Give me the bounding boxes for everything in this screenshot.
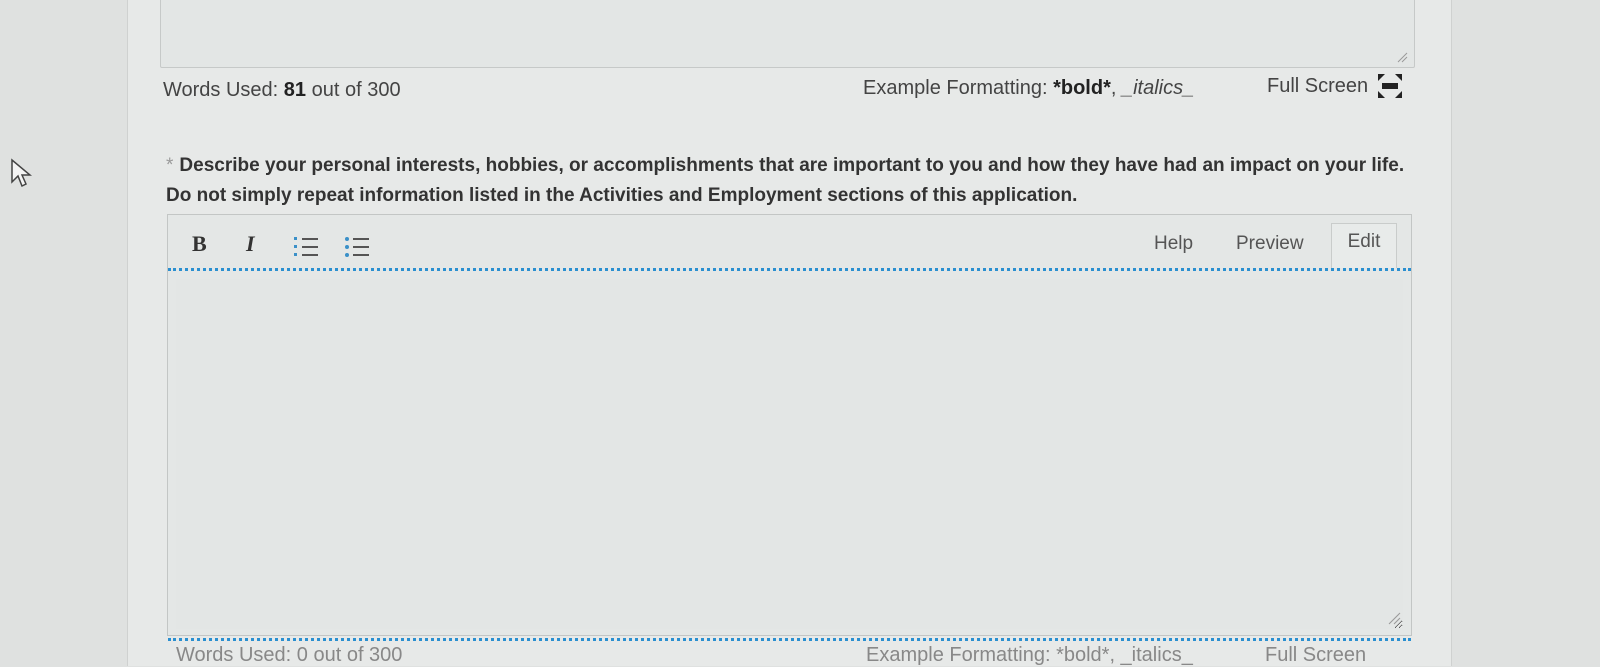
fullscreen-label: Full Screen [1267,74,1369,97]
essay-textarea[interactable] [176,279,1403,629]
next-example-formatting: Example Formatting: *bold*, _italics_ [866,644,1193,666]
example-separator: , [1110,77,1122,99]
bold-button[interactable]: B [192,231,207,257]
example-formatting: Example Formatting: *bold*, _italics_ [863,77,1194,100]
word-count-prefix: Words Used: [163,79,279,101]
essay-editor: B I Help Preview Edit [167,214,1412,641]
bold-example: *bold* [1053,77,1111,99]
required-marker: * [166,155,174,176]
next-fullscreen-button[interactable]: Full Screen [1265,644,1366,667]
next-word-count: Words Used: 0 out of 300 [176,644,403,666]
edit-tab[interactable]: Edit [1331,223,1397,268]
previous-textarea[interactable] [160,0,1415,68]
italic-example: _italics_ [1121,77,1195,99]
editor-toolbar: B I Help Preview Edit [168,215,1411,273]
italic-button[interactable]: I [246,231,255,257]
toolbar-divider [168,268,1411,271]
essay-question: * Describe your personal interests, hobbi… [166,151,1411,211]
question-text: Describe your personal interests, hobbie… [166,155,1405,206]
word-count-used: 81 [283,79,307,101]
fullscreen-icon [1378,74,1403,98]
example-formatting-label: Example Formatting: [863,77,1048,99]
preview-tab[interactable]: Preview [1236,233,1304,255]
mouse-cursor-icon [11,158,32,188]
ordered-list-icon [294,237,318,256]
resize-grip-icon[interactable] [1396,51,1408,63]
unordered-list-button[interactable] [345,235,371,265]
resize-grip-icon[interactable] [1387,611,1401,625]
unordered-list-icon [345,237,369,257]
editor-bottom-divider [168,638,1411,641]
help-tab[interactable]: Help [1154,233,1193,255]
word-count: Words Used: 81 out of 300 [163,79,401,102]
ordered-list-button[interactable] [294,235,320,265]
word-count-suffix: out of 300 [311,79,401,101]
fullscreen-button[interactable]: Full Screen [1267,72,1404,100]
